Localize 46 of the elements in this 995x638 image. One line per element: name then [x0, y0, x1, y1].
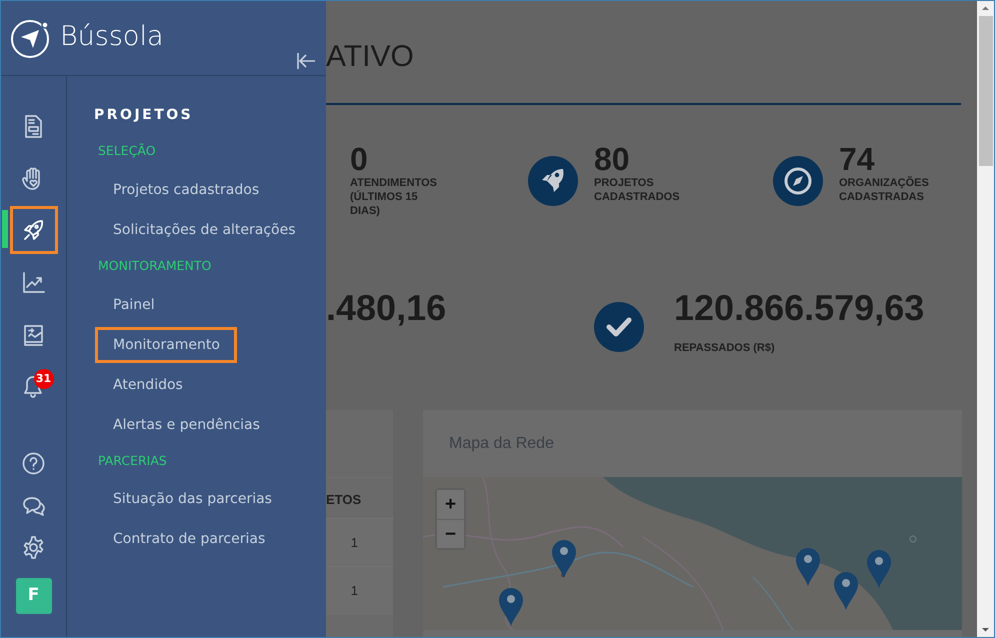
settings-icon [21, 534, 46, 560]
stat-value: 80 [594, 142, 631, 176]
page-title: ATIVO [326, 39, 414, 75]
menu-section-title: MONITORAMENTO [98, 256, 212, 275]
menu-section-title: PARCERIAS [98, 452, 168, 470]
menu-item[interactable]: Monitoramento [95, 326, 237, 362]
compass-logo-icon [10, 18, 52, 60]
rocket-icon [21, 218, 46, 242]
menu-section-title: SELEÇÃO [98, 142, 157, 160]
map-pin-icon[interactable] [833, 571, 859, 611]
total-value: 120.866.579,63 [674, 288, 924, 328]
stat-label: PROJETOS CADASTRADOS [594, 176, 681, 204]
menu-item[interactable]: Projetos cadastrados [95, 172, 326, 208]
map-pin-icon[interactable] [795, 547, 821, 587]
menu-item[interactable]: Atendidos [95, 366, 326, 402]
check-icon [594, 302, 644, 352]
sidebar-nav-button[interactable] [10, 206, 58, 254]
map-pin-icon[interactable] [866, 549, 892, 589]
brand-name: Bússola [60, 20, 164, 54]
table-cell: 1 [326, 518, 393, 566]
line-chart-icon [21, 270, 46, 294]
map-pin-icon[interactable] [498, 587, 524, 627]
menu-item[interactable]: Painel [95, 286, 326, 322]
total-label: REPASSADOS (R$) [674, 341, 776, 355]
rocket-icon [528, 156, 578, 206]
map-zoom-button[interactable]: − [437, 519, 464, 548]
collapse-sidebar-icon[interactable] [296, 52, 317, 70]
user-avatar[interactable]: F [16, 578, 52, 614]
menu-item[interactable]: Alertas e pendências [95, 406, 326, 442]
sidebar-nav-button[interactable]: 31 [10, 362, 58, 410]
stat-label: ATENDIMENTOS (ÚLTIMOS 15 DIAS) [350, 176, 438, 218]
scrollbar[interactable] [977, 1, 994, 637]
stat-value: 0 [350, 142, 369, 176]
scroll-thumb[interactable] [978, 16, 992, 166]
menu-item[interactable]: Solicitações de alterações [95, 212, 326, 248]
compass-icon [773, 156, 823, 206]
help-icon [21, 450, 46, 476]
stat-value: 74 [839, 142, 875, 176]
menu-title: PROJETOS [94, 106, 194, 125]
stat-label: ORGANIZAÇÕES CADASTRADAS [839, 176, 930, 204]
total-value: .480,16 [326, 288, 448, 328]
notification-count: 31 [34, 369, 54, 389]
table-cell: 1 [326, 566, 393, 614]
map-pin-icon[interactable] [551, 539, 577, 579]
menu-item[interactable]: Contrato de parcerias [95, 521, 326, 558]
menu-item[interactable]: Situação das parcerias [95, 481, 326, 518]
